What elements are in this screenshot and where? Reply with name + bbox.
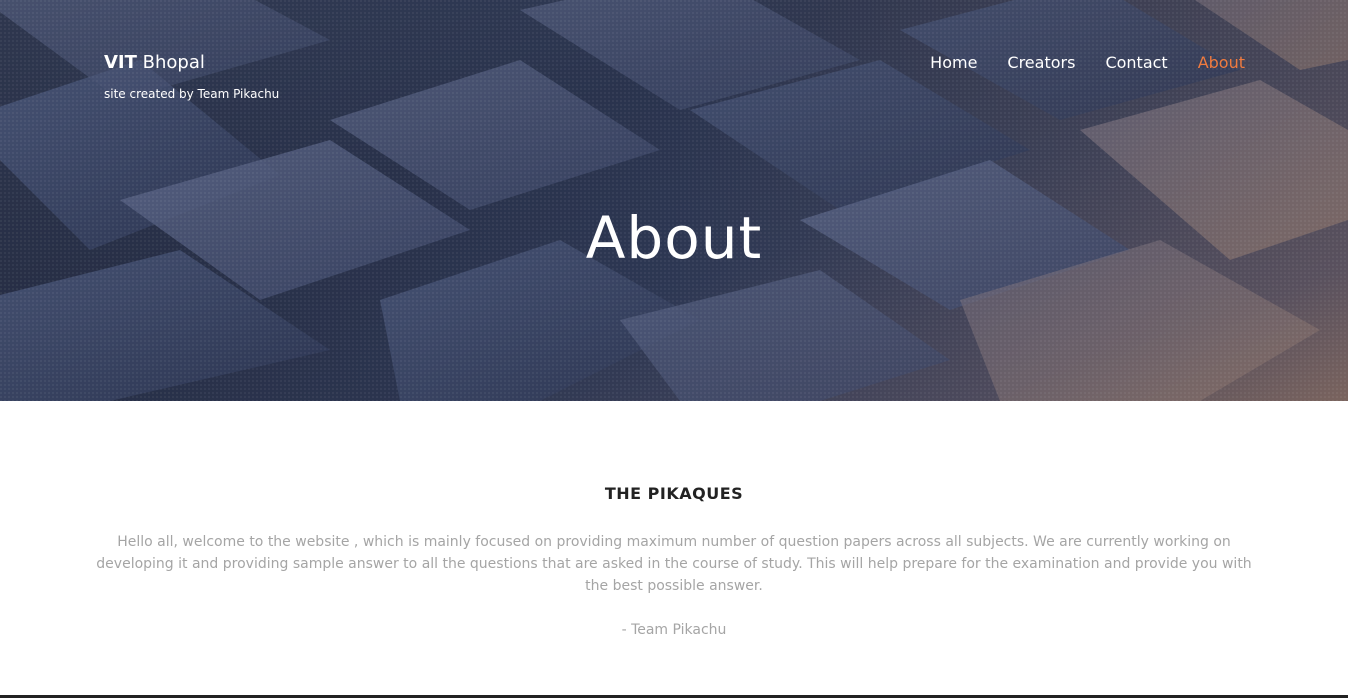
section-title: THE PIKAQUES: [604, 484, 744, 503]
main-nav: Home Creators Contact About: [900, 52, 1245, 74]
brand-bold-text: VIT: [104, 52, 137, 73]
hero-banner: VIT Bhopal site created by Team Pikachu …: [0, 0, 1348, 401]
about-paragraph: Hello all, welcome to the website , whic…: [96, 534, 1252, 594]
site-brand[interactable]: VIT Bhopal: [104, 52, 205, 74]
nav-home[interactable]: Home: [930, 52, 977, 74]
signature-text: - Team Pikachu: [621, 622, 727, 638]
brand-light-text: Bhopal: [142, 52, 205, 73]
page-title: About: [585, 204, 763, 272]
about-section: THE PIKAQUES Hello all, welcome to the w…: [0, 401, 1348, 698]
nav-creators[interactable]: Creators: [1007, 52, 1075, 74]
nav-contact[interactable]: Contact: [1105, 52, 1167, 74]
site-tagline: site created by Team Pikachu: [104, 87, 280, 101]
nav-about[interactable]: About: [1198, 52, 1245, 74]
